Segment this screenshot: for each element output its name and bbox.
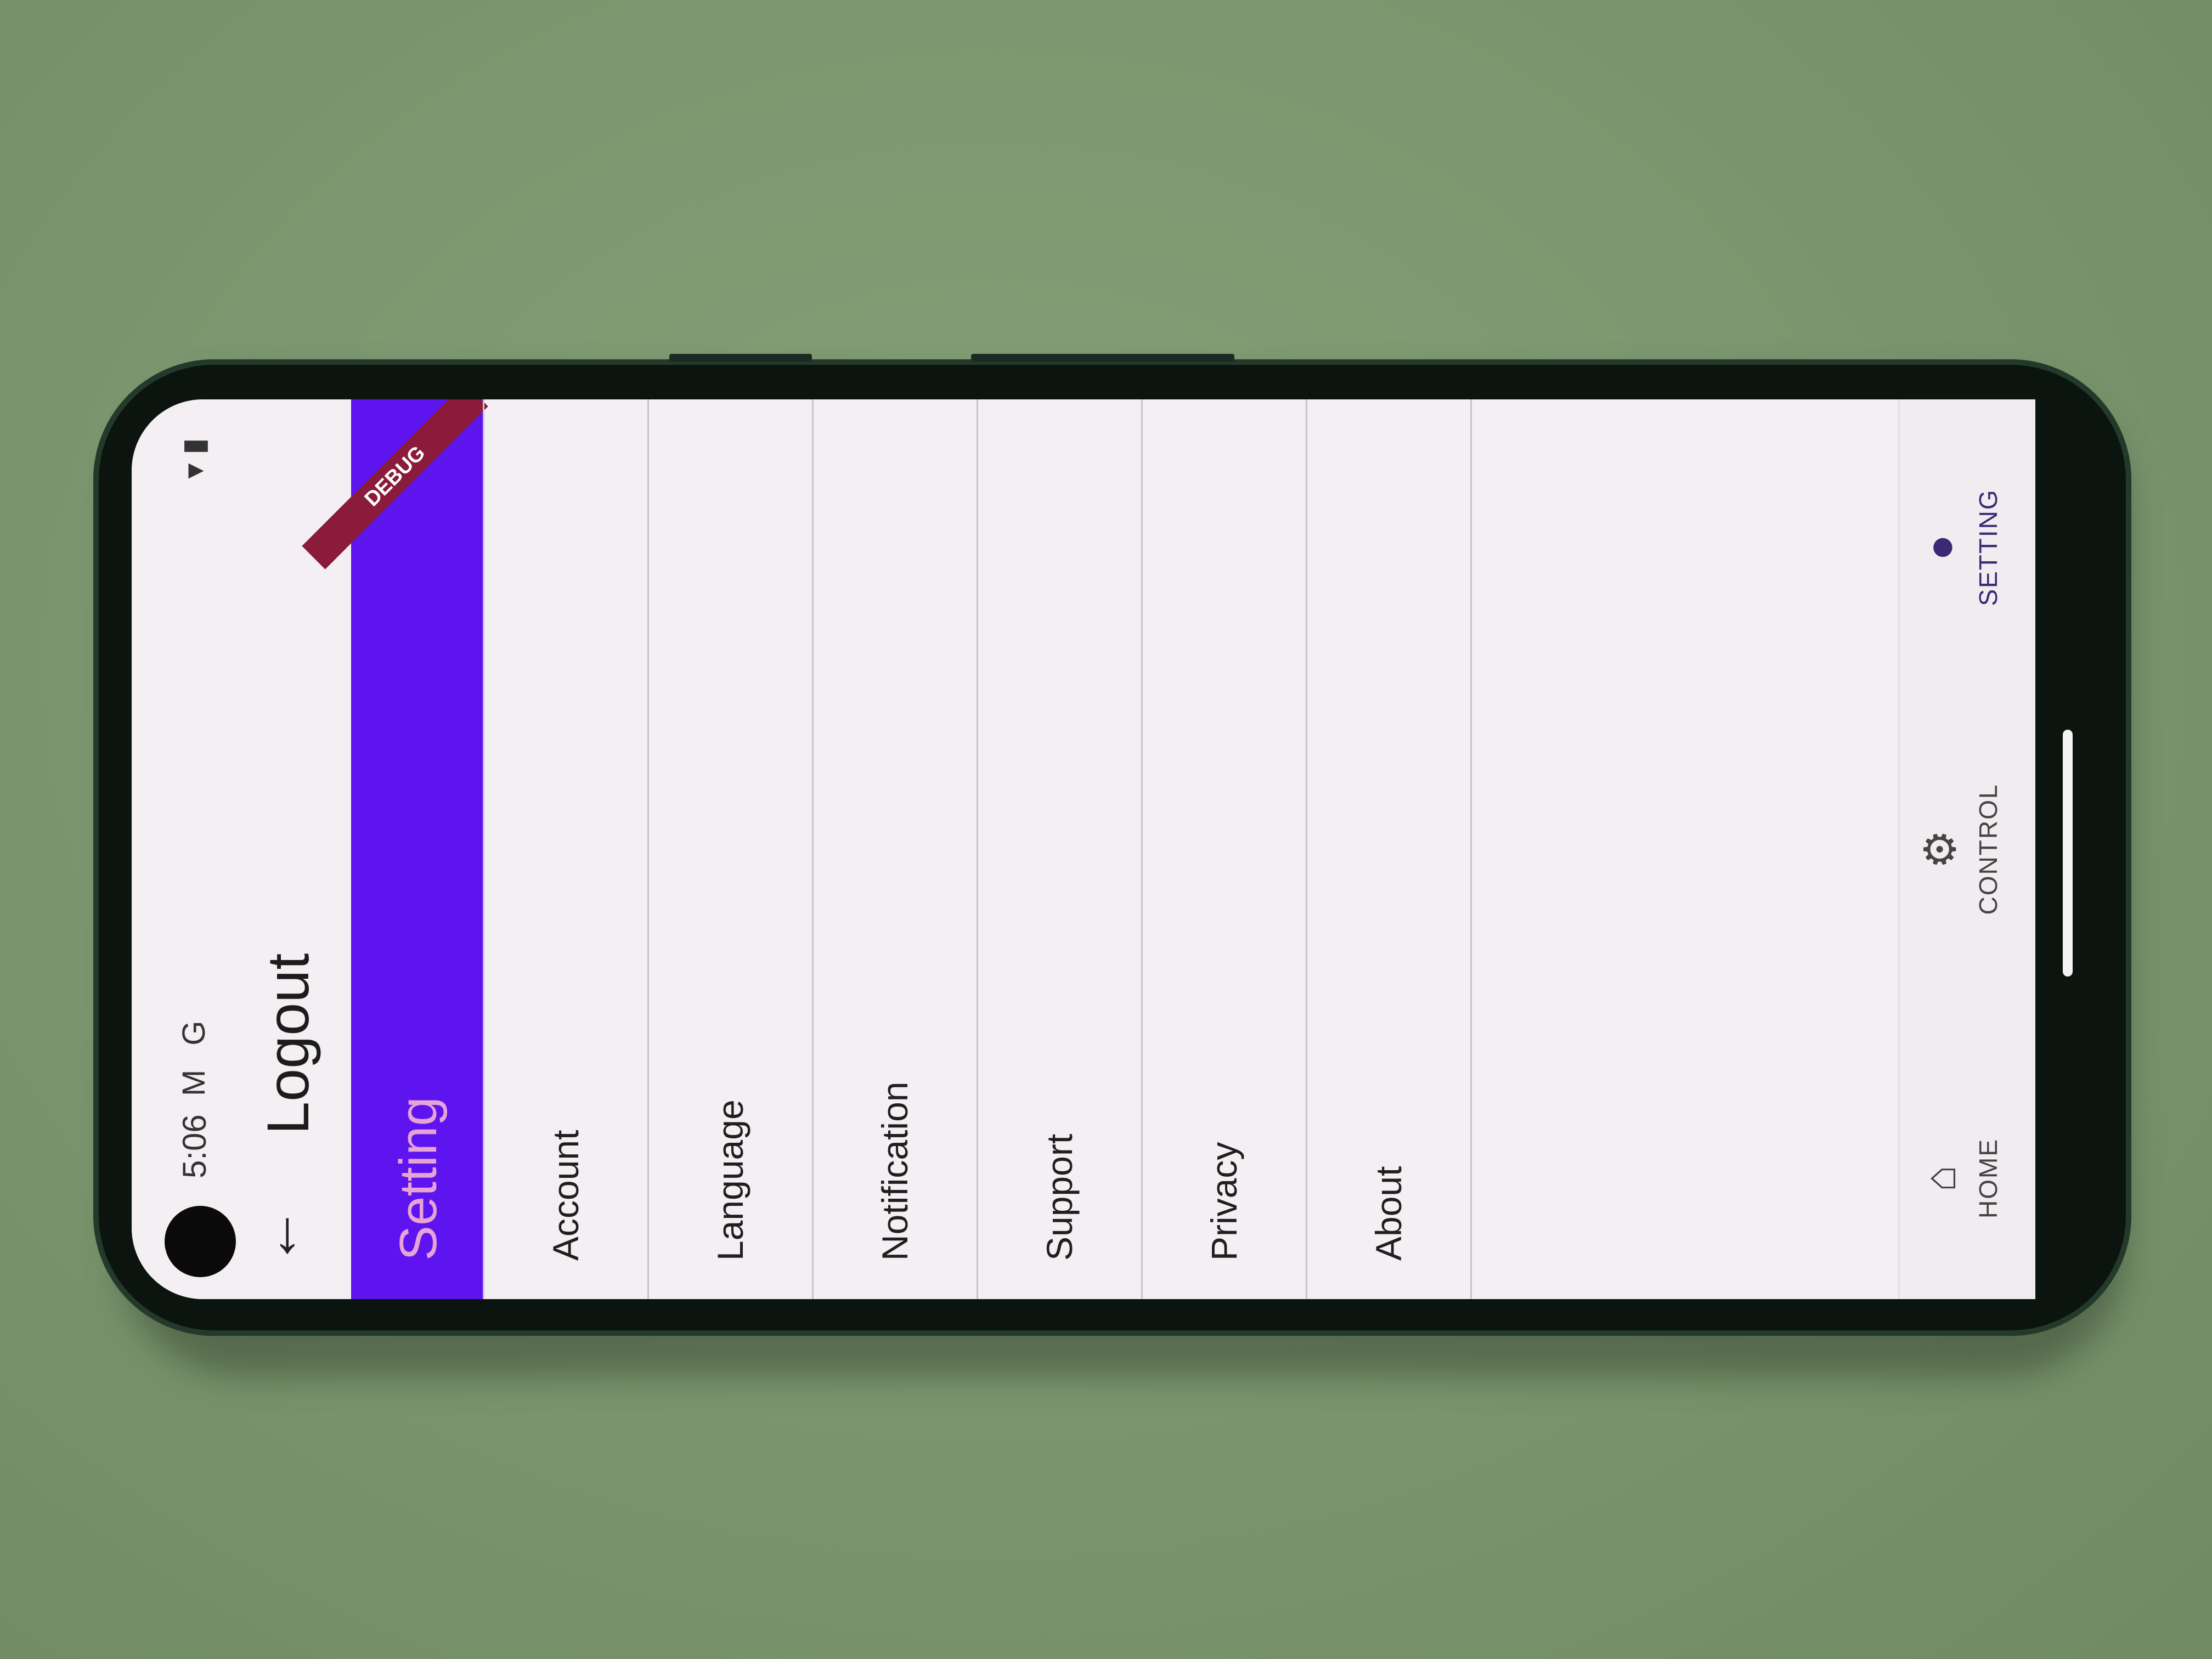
wifi-battery-icon: ▾ ▮ (176, 438, 211, 479)
bottom-navigation: ⌂ HOME ⚙ CONTROL ● SETTING (1898, 399, 2035, 1299)
power-button (971, 354, 1234, 362)
list-item-account[interactable]: Account (483, 399, 647, 1299)
person-icon: ● (1916, 534, 1965, 561)
list-item-privacy[interactable]: Privacy (1141, 399, 1306, 1299)
gesture-handle[interactable] (2063, 730, 2073, 977)
list-item-label: About (1368, 1166, 1409, 1261)
back-arrow-icon[interactable]: ← (243, 1206, 311, 1266)
list-item-label: Privacy (1204, 1142, 1244, 1261)
settings-list: Account Language Notification Support Pr… (483, 399, 1472, 1299)
list-item-about[interactable]: About (1306, 399, 1470, 1299)
nav-control[interactable]: ⚙ CONTROL (1913, 767, 2003, 932)
notification-icons: M G (176, 1013, 212, 1096)
list-item-support[interactable]: Support (977, 399, 1141, 1299)
nav-label: HOME (1974, 1138, 2002, 1218)
nav-label: CONTROL (1974, 783, 2002, 915)
gear-icon: ⚙ (1916, 830, 1965, 869)
list-item-label: Notification (874, 1081, 915, 1261)
status-bar: 5:06 M G ▾ ▮ (132, 399, 236, 1299)
nav-label: SETTING (1974, 489, 2002, 606)
nav-setting[interactable]: ● SETTING (1913, 465, 2003, 630)
list-item-label: Account (545, 1130, 586, 1261)
app-window: 5:06 M G ▾ ▮ ← Logout Setting DEBUG Acco… (132, 399, 2035, 1299)
list-item-label: Language (710, 1099, 751, 1261)
status-time: 5:06 (176, 1114, 213, 1178)
list-divider (1470, 399, 1472, 1299)
list-item-label: Support (1039, 1133, 1080, 1261)
list-item-notification[interactable]: Notification (812, 399, 977, 1299)
nav-home[interactable]: ⌂ HOME (1913, 1096, 2003, 1261)
home-icon: ⌂ (1916, 1165, 1965, 1192)
logout-title[interactable]: Logout (253, 953, 322, 1135)
phone-screen: 5:06 M G ▾ ▮ ← Logout Setting DEBUG Acco… (132, 399, 2035, 1299)
list-item-language[interactable]: Language (647, 399, 812, 1299)
header-title: Setting (389, 1097, 448, 1261)
settings-header: Setting DEBUG (302, 399, 488, 1299)
volume-button (669, 354, 812, 362)
